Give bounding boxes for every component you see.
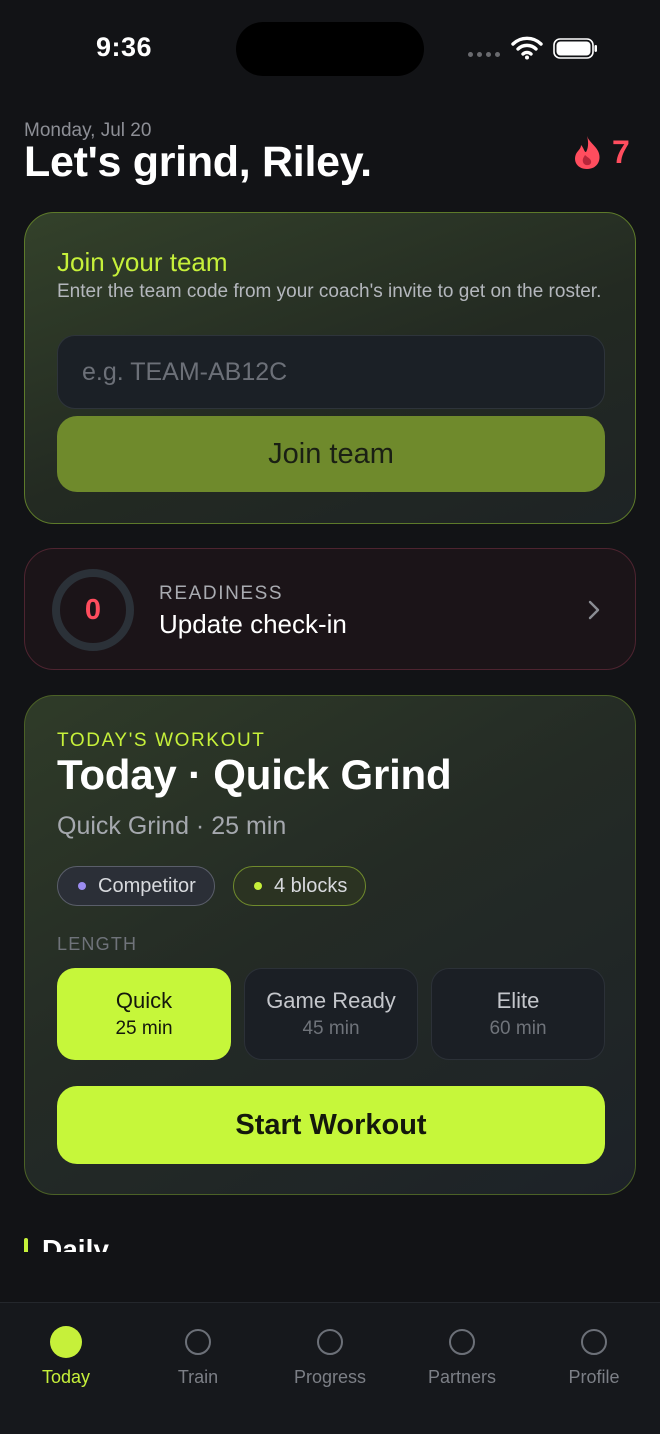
bottom-tab-bar: Today Train Progress Partners Profile <box>0 1302 660 1434</box>
length-option-quick[interactable]: Quick 25 min <box>57 968 231 1060</box>
length-option-name: Elite <box>496 988 540 1013</box>
tab-label: Today <box>41 1367 91 1387</box>
join-team-description: Enter the team code from your coach's in… <box>57 281 602 302</box>
tab-label: Progress <box>293 1367 367 1387</box>
daily-section-header: Daily <box>24 1232 324 1252</box>
profile-tab-icon <box>581 1329 607 1355</box>
flame-icon <box>575 135 600 169</box>
app-screen: 9:36 Monday, Jul 20 Let's grind, Riley. … <box>0 0 660 1434</box>
join-team-button[interactable]: Join team <box>57 416 605 492</box>
wifi-icon <box>511 36 543 60</box>
tab-partners[interactable]: Partners <box>402 1329 522 1388</box>
join-team-card: Join your team Enter the team code from … <box>24 212 636 524</box>
cellular-signal-icon <box>468 52 500 57</box>
battery-icon <box>553 38 597 59</box>
length-option-duration: 60 min <box>489 1018 547 1039</box>
length-option-elite[interactable]: Elite 60 min <box>431 968 605 1060</box>
readiness-action: Update check-in <box>159 609 347 639</box>
section-accent-bar <box>24 1238 28 1252</box>
level-chip: Competitor <box>57 866 215 906</box>
team-code-input[interactable] <box>57 335 605 409</box>
tab-profile[interactable]: Profile <box>534 1329 654 1388</box>
tab-label: Partners <box>427 1367 497 1387</box>
status-time: 9:36 <box>96 32 153 62</box>
length-label: LENGTH <box>57 934 138 954</box>
partners-tab-icon <box>449 1329 475 1355</box>
tab-today[interactable]: Today <box>6 1326 126 1388</box>
tab-label: Train <box>177 1367 219 1387</box>
length-option-duration: 45 min <box>302 1018 360 1039</box>
streak-count: 7 <box>612 134 630 170</box>
page-title: Let's grind, Riley. <box>24 138 372 186</box>
join-team-title: Join your team <box>57 247 228 277</box>
length-option-duration: 25 min <box>115 1018 173 1039</box>
streak-indicator[interactable]: 7 <box>572 134 630 171</box>
blocks-dot-icon <box>254 882 262 890</box>
readiness-label: READINESS <box>159 583 284 604</box>
workout-subtitle: Quick Grind · 25 min <box>57 812 287 840</box>
length-option-game-ready[interactable]: Game Ready 45 min <box>244 968 418 1060</box>
todays-workout-card: TODAY'S WORKOUT Today · Quick Grind Quic… <box>24 695 636 1195</box>
chevron-right-icon <box>588 600 600 620</box>
dynamic-island <box>236 22 424 76</box>
tab-progress[interactable]: Progress <box>270 1329 390 1388</box>
tab-label: Profile <box>568 1367 620 1387</box>
level-chip-label: Competitor <box>98 874 196 897</box>
readiness-score: 0 <box>84 593 102 626</box>
blocks-chip: 4 blocks <box>233 866 367 906</box>
train-tab-icon <box>185 1329 211 1355</box>
today-tab-icon <box>50 1326 82 1358</box>
workout-title: Today · Quick Grind <box>57 751 452 798</box>
length-option-name: Game Ready <box>266 988 396 1013</box>
workout-eyebrow: TODAY'S WORKOUT <box>57 730 266 751</box>
progress-tab-icon <box>317 1329 343 1355</box>
readiness-card[interactable]: 0 READINESS Update check-in <box>24 548 636 670</box>
tab-train[interactable]: Train <box>138 1329 258 1388</box>
level-dot-icon <box>78 882 86 890</box>
blocks-chip-label: 4 blocks <box>274 874 348 897</box>
daily-section-title: Daily <box>42 1234 109 1252</box>
start-workout-button[interactable]: Start Workout <box>57 1086 605 1164</box>
length-option-name: Quick <box>115 988 173 1013</box>
